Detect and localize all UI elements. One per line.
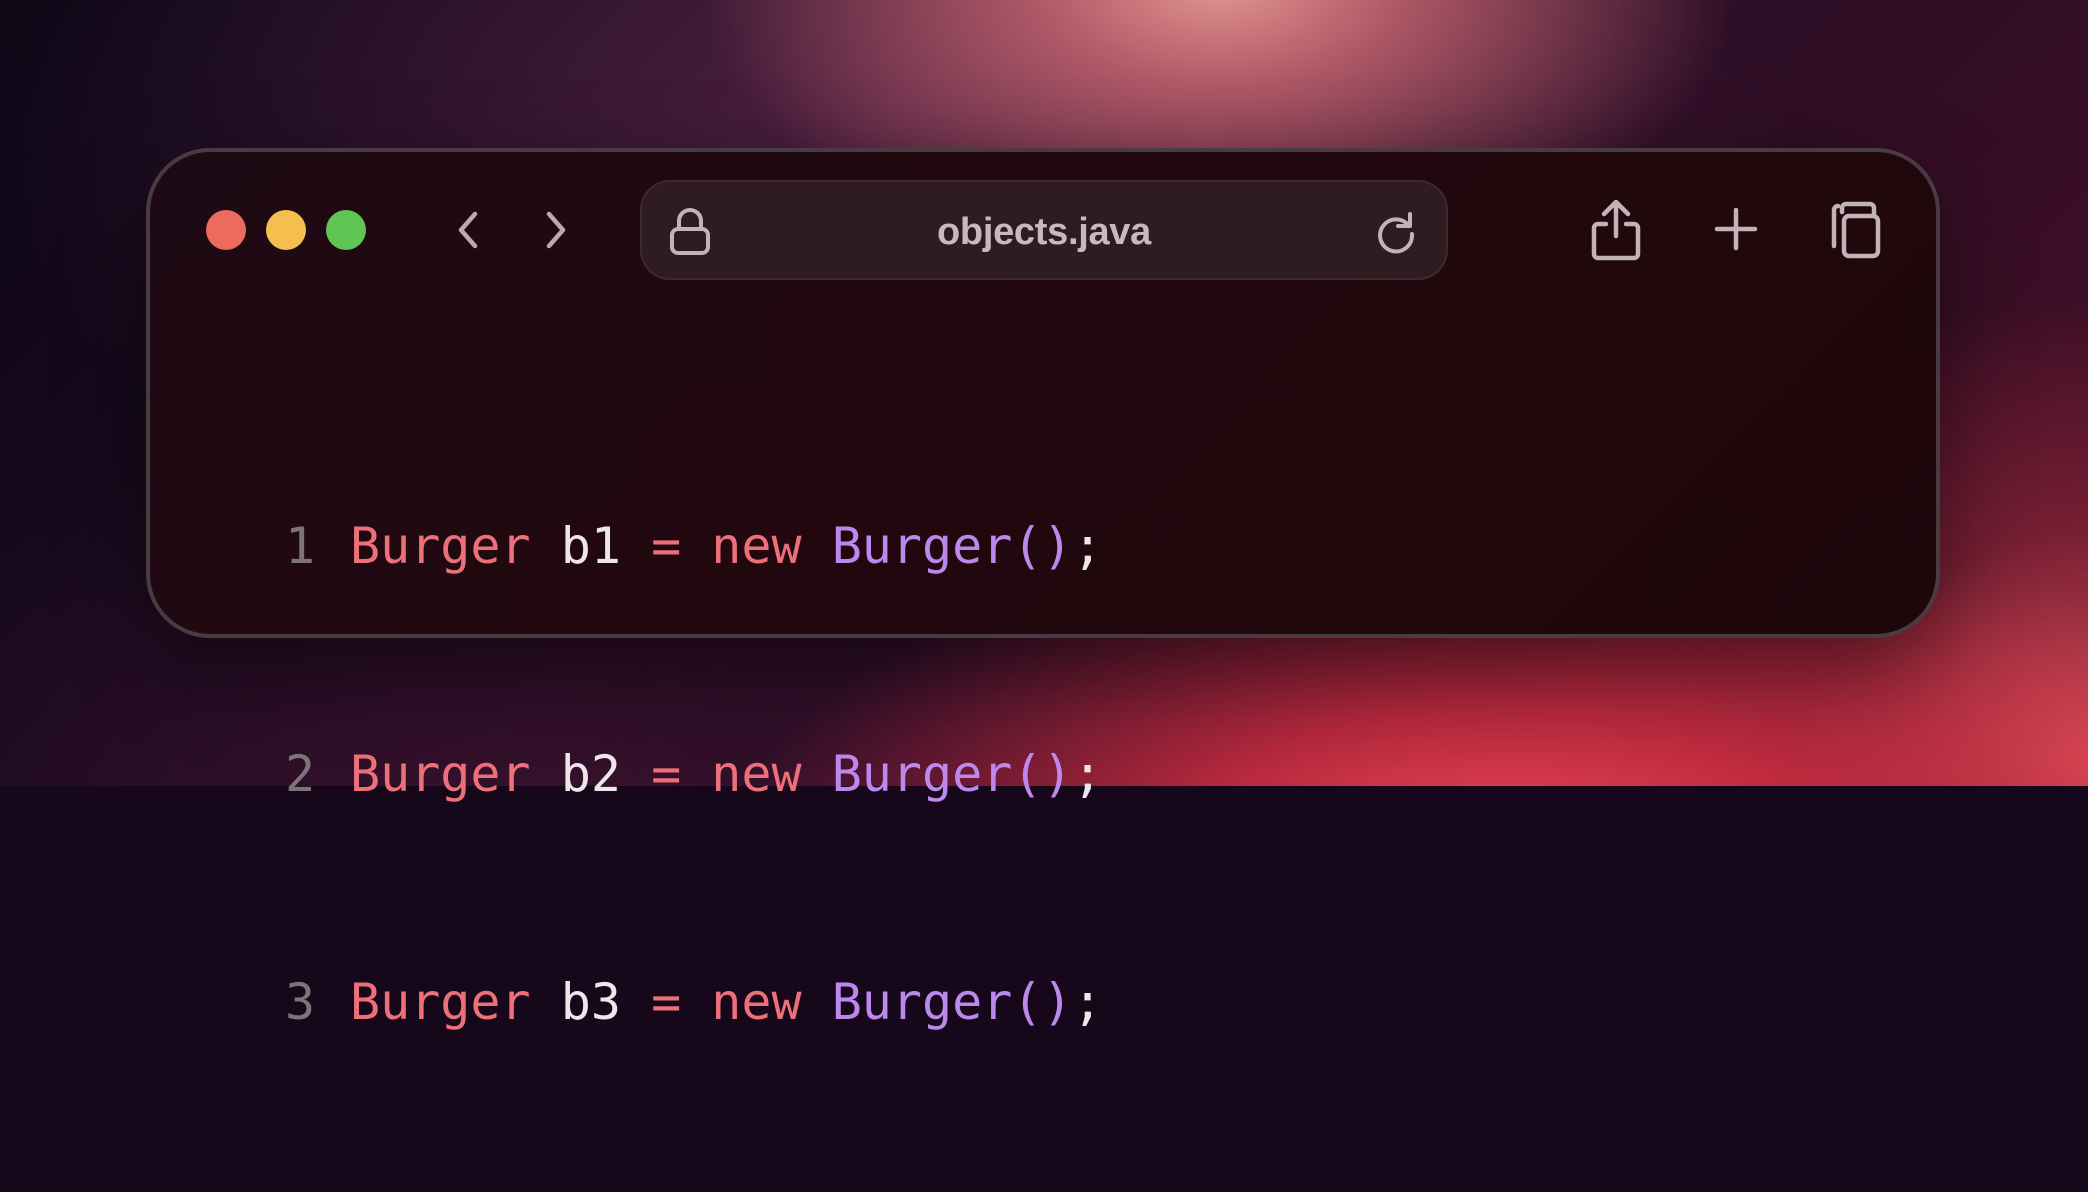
code-line: 2 Burger b2 = new Burger(); — [250, 736, 1103, 812]
type-token: Burger — [350, 745, 531, 803]
line-number: 2 — [284, 745, 316, 803]
minimize-window-button[interactable] — [266, 210, 306, 250]
chevron-right-icon — [546, 211, 566, 249]
browser-window: objects.java 1 Burger b1 = new Burger(); … — [146, 148, 1940, 1031]
operator-token: = — [651, 745, 682, 803]
parens-token: () — [1012, 973, 1073, 1031]
variable-token: b3 — [560, 973, 621, 1031]
operator-token: = — [651, 973, 682, 1031]
operator-token: = — [651, 517, 682, 575]
address-bar[interactable]: objects.java — [640, 180, 1448, 280]
keyword-token: new — [711, 745, 802, 803]
forward-button[interactable] — [530, 204, 582, 256]
variable-token: b1 — [560, 517, 621, 575]
reload-icon[interactable] — [1372, 208, 1420, 256]
zoom-window-button[interactable] — [326, 210, 366, 250]
line-number: 1 — [284, 517, 316, 575]
keyword-token: new — [711, 517, 802, 575]
parens-token: () — [1012, 745, 1073, 803]
parens-token: () — [1012, 517, 1073, 575]
close-window-button[interactable] — [206, 210, 246, 250]
variable-token: b2 — [560, 745, 621, 803]
constructor-token: Burger — [831, 745, 1013, 803]
line-number: 3 — [284, 973, 316, 1031]
code-editor: 1 Burger b1 = new Burger(); 2 Burger b2 = … — [250, 356, 1103, 1192]
code-line: 3 Burger b3 = new Burger(); — [250, 964, 1103, 1040]
constructor-token: Burger — [831, 973, 1013, 1031]
semicolon-token: ; — [1072, 973, 1103, 1031]
chevron-left-icon — [458, 211, 478, 249]
type-token: Burger — [350, 517, 531, 575]
back-button[interactable] — [442, 204, 494, 256]
address-text: objects.java — [937, 211, 1151, 253]
plus-icon[interactable] — [1706, 198, 1766, 262]
keyword-token: new — [711, 973, 802, 1031]
share-icon[interactable] — [1586, 198, 1646, 262]
copy-tabs-icon[interactable] — [1826, 198, 1886, 262]
type-token: Burger — [350, 973, 531, 1031]
semicolon-token: ; — [1072, 745, 1103, 803]
constructor-token: Burger — [831, 517, 1013, 575]
code-line: 1 Burger b1 = new Burger(); — [250, 508, 1103, 584]
semicolon-token: ; — [1072, 517, 1103, 575]
